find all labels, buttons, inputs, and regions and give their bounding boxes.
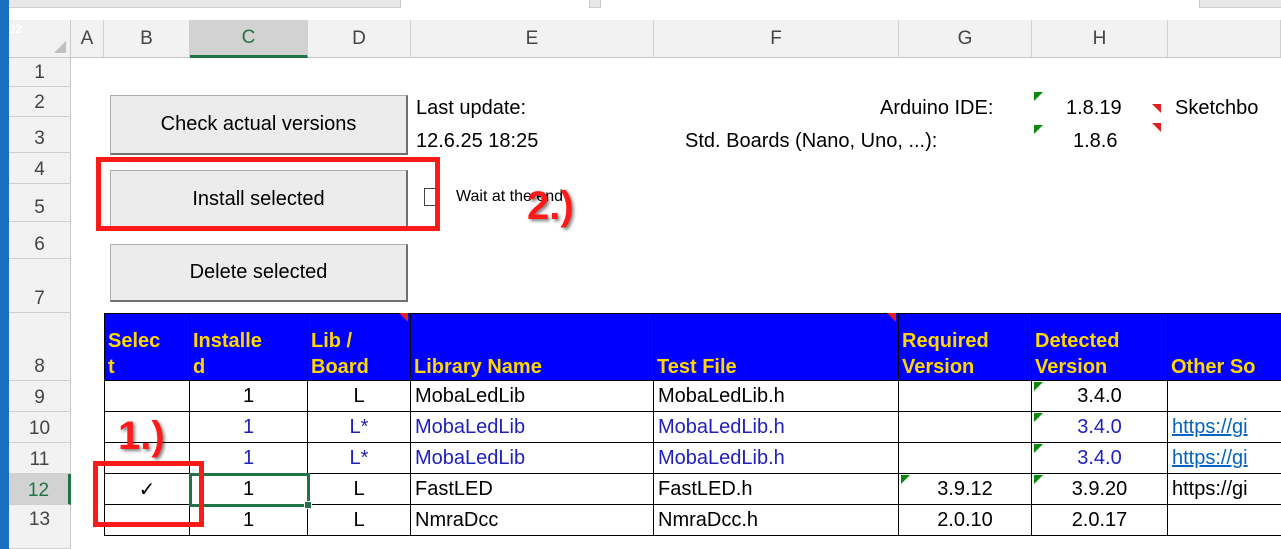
table-cell-required-version[interactable]: 3.9.12: [899, 474, 1032, 505]
row-header-1[interactable]: 1: [9, 58, 71, 87]
table-cell-detected-version[interactable]: 3.4.0: [1032, 443, 1168, 474]
row-header-11[interactable]: 11: [9, 443, 71, 474]
worksheet-number: 22: [9, 22, 23, 36]
comment-indicator-icon: [1034, 92, 1043, 101]
table-cell-required-version[interactable]: 2.0.10: [899, 505, 1032, 536]
fill-handle[interactable]: [304, 501, 312, 509]
row-header-7[interactable]: 7: [9, 259, 71, 313]
column-header-e[interactable]: E: [411, 20, 654, 58]
table-cell-installed[interactable]: 1: [190, 505, 308, 536]
column-header-d[interactable]: D: [308, 20, 411, 58]
step-1-annotation: 1.): [118, 414, 165, 458]
row-header-10[interactable]: 10: [9, 412, 71, 443]
table-cell-test-file[interactable]: FastLED.h: [654, 474, 899, 505]
table-cell-other[interactable]: [1168, 381, 1281, 412]
std-boards-label: Std. Boards (Nano, Uno, ...):: [685, 130, 938, 152]
column-header-c[interactable]: C: [190, 20, 308, 58]
row-header-6[interactable]: 6: [9, 222, 71, 259]
table-cell-detected-version[interactable]: 2.0.17: [1032, 505, 1168, 536]
header-required-version: Required Version: [899, 313, 1032, 381]
comment-indicator-icon: [887, 313, 896, 322]
row-header-9[interactable]: 9: [9, 381, 71, 412]
row-header-4[interactable]: 4: [9, 153, 71, 184]
table-cell-lib-board[interactable]: L: [308, 505, 411, 536]
table-cell-installed[interactable]: 1: [190, 443, 308, 474]
table-cell-lib-board[interactable]: L: [308, 381, 411, 412]
header-installed: Installe d: [190, 313, 308, 381]
table-cell-detected-version[interactable]: 3.4.0: [1032, 381, 1168, 412]
table-cell-other[interactable]: https://gi: [1168, 474, 1281, 505]
row-header-8[interactable]: 8: [9, 313, 71, 381]
step-2-annotation: 2.): [527, 184, 574, 228]
header-detected-version: Detected Version: [1032, 313, 1168, 381]
sheet-tab[interactable]: [400, 0, 590, 8]
comment-indicator-icon: [901, 475, 910, 484]
table-cell-library-name[interactable]: FastLED: [411, 474, 654, 505]
last-update-label: Last update:: [416, 97, 527, 119]
highlight-select-cell: [93, 461, 204, 527]
row-header-12[interactable]: 12: [9, 474, 71, 505]
active-cell-outline: [189, 473, 310, 507]
comment-indicator-icon: [1034, 444, 1043, 453]
arduino-ide-version: 1.8.19: [1066, 97, 1122, 119]
delete-selected-button[interactable]: Delete selected: [110, 244, 408, 302]
table-cell-detected-version[interactable]: 3.9.20: [1032, 474, 1168, 505]
column-header-i[interactable]: [1168, 20, 1281, 58]
row-header-2[interactable]: 2: [9, 87, 71, 117]
window-edge-strip: [0, 0, 9, 549]
comment-indicator-icon: [1152, 123, 1161, 132]
table-cell-lib-board[interactable]: L: [308, 474, 411, 505]
header-select: Selec t: [104, 313, 190, 381]
table-cell-required-version[interactable]: [899, 443, 1032, 474]
table-cell-detected-version[interactable]: 3.4.0: [1032, 412, 1168, 443]
comment-indicator-icon: [1034, 382, 1043, 391]
table-cell-test-file[interactable]: MobaLedLib.h: [654, 443, 899, 474]
column-header-a[interactable]: A: [71, 20, 104, 58]
check-versions-button[interactable]: Check actual versions: [110, 95, 408, 155]
table-cell-other-link[interactable]: https://gi: [1168, 412, 1281, 443]
row-header-13[interactable]: 13: [9, 505, 71, 549]
header-test-file: Test File: [654, 313, 899, 381]
highlight-install-selected: [96, 157, 440, 231]
column-header-f[interactable]: F: [654, 20, 899, 58]
table-cell-select[interactable]: [104, 381, 190, 412]
row-header-3[interactable]: 3: [9, 117, 71, 153]
table-cell-library-name[interactable]: MobaLedLib: [411, 443, 654, 474]
sketchbook-label: Sketchbo: [1175, 97, 1259, 119]
table-cell-other[interactable]: [1168, 505, 1281, 536]
table-cell-test-file[interactable]: MobaLedLib.h: [654, 412, 899, 443]
table-cell-installed[interactable]: 1: [190, 381, 308, 412]
table-cell-lib-board[interactable]: L*: [308, 443, 411, 474]
header-library-name: Library Name: [411, 313, 654, 381]
table-cell-library-name[interactable]: MobaLedLib: [411, 412, 654, 443]
column-header-b[interactable]: B: [104, 20, 190, 58]
column-header-g[interactable]: G: [899, 20, 1032, 58]
comment-indicator-icon: [1152, 104, 1161, 113]
header-lib-board: Lib / Board: [308, 313, 411, 381]
table-cell-other-link[interactable]: https://gi: [1168, 443, 1281, 474]
last-update-value: 12.6.25 18:25: [416, 130, 539, 152]
table-cell-required-version[interactable]: [899, 381, 1032, 412]
comment-indicator-icon: [399, 313, 408, 322]
comment-indicator-icon: [1034, 125, 1043, 134]
row-header-5[interactable]: 5: [9, 184, 71, 222]
std-boards-version: 1.8.6: [1073, 130, 1118, 152]
column-header-h[interactable]: H: [1032, 20, 1168, 58]
table-cell-library-name[interactable]: MobaLedLib: [411, 381, 654, 412]
comment-indicator-icon: [1034, 475, 1043, 484]
table-cell-lib-board[interactable]: L*: [308, 412, 411, 443]
header-other-sources: Other So: [1168, 313, 1281, 381]
table-cell-test-file[interactable]: NmraDcc.h: [654, 505, 899, 536]
arduino-ide-label: Arduino IDE:: [880, 97, 994, 119]
table-cell-installed[interactable]: 1: [190, 412, 308, 443]
sheet-tab[interactable]: [600, 0, 1200, 8]
table-cell-required-version[interactable]: [899, 412, 1032, 443]
comment-indicator-icon: [1034, 413, 1043, 422]
table-cell-test-file[interactable]: MobaLedLib.h: [654, 381, 899, 412]
table-cell-library-name[interactable]: NmraDcc: [411, 505, 654, 536]
